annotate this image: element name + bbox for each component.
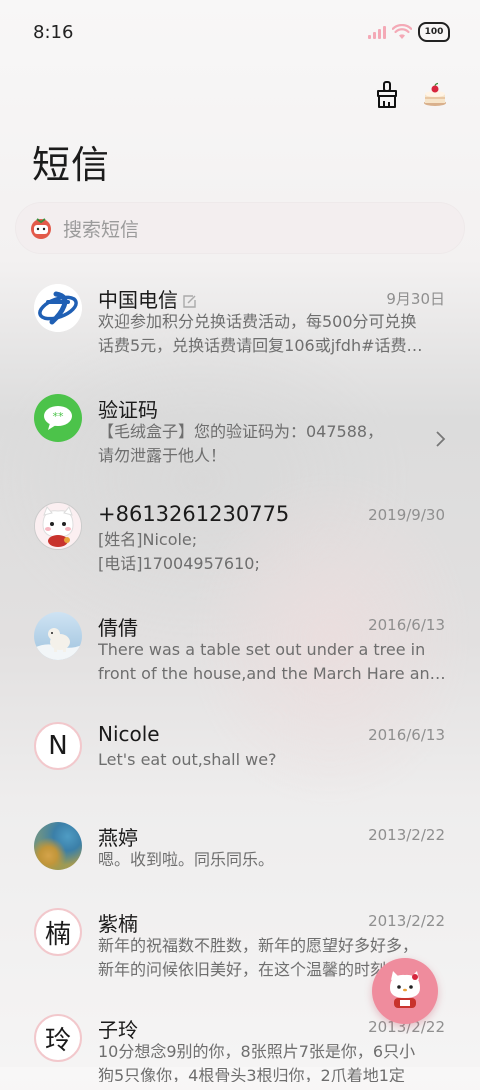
letter-avatar: N [34,722,82,770]
letter-avatar: 玲 [34,1014,82,1062]
landscape-photo-avatar [34,822,82,870]
cartoon-cat-avatar [34,502,82,550]
status-bar: 8:16 100 [0,0,480,66]
contact-name: 倩倩 [98,616,138,640]
cake-icon[interactable] [420,80,450,110]
message-preview: 嗯。收到啦。同乐同乐。 [98,850,275,869]
conversation-item[interactable]: N Nicole 2016/6/13 Let's eat out,shall w… [0,708,480,808]
contact-name: 燕婷 [98,826,138,850]
conversation-item[interactable]: 燕婷 2013/2/22 嗯。收到啦。同乐同乐。 [0,808,480,894]
compose-cat-icon [390,971,420,1008]
conversation-item[interactable]: +8613261230775 2019/9/30 [姓名]Nicole; [电话… [0,488,480,598]
page-title: 短信 [32,143,111,187]
message-date: 2016/6/13 [368,726,445,744]
contact-name: 验证码 [98,398,158,422]
message-preview: Let's eat out,shall we? [98,750,277,769]
signal-icon [368,25,386,39]
conversation-item[interactable]: 倩倩 2016/6/13 There was a table set out u… [0,598,480,708]
message-bubble-icon: ** [34,394,82,442]
edit-note-icon [183,294,196,308]
wifi-icon [392,24,412,39]
contact-name: 紫楠 [98,912,138,936]
message-date: 2013/2/22 [368,826,445,844]
message-preview: 欢迎参加积分兑换话费活动，每500分可兑换 话费5元，兑换话费请回复106或jf… [98,312,423,355]
polar-bear-avatar [34,612,82,660]
compose-button[interactable] [372,958,438,1024]
contact-name: 中国电信 [98,284,196,313]
status-icons: 100 [368,22,450,42]
header-actions [372,80,450,110]
letter-avatar: 楠 [34,908,82,956]
conversation-item[interactable]: ** 验证码 【毛绒盒子】您的验证码为：047588， 请勿泄露于他人！ [0,380,480,488]
message-date: 2019/9/30 [368,506,445,524]
battery-icon: 100 [418,22,450,42]
message-preview: [姓名]Nicole; [电话]17004957610; [98,530,260,573]
conversation-item[interactable]: 中国电信 9月30日 欢迎参加积分兑换话费活动，每500分可兑换 话费5元，兑换… [0,270,480,380]
contact-name: Nicole [98,722,160,746]
chevron-right-icon [436,431,446,447]
search-bar[interactable]: 搜索短信 [15,202,465,254]
brush-icon[interactable] [372,80,402,110]
tomato-search-icon [31,218,51,239]
message-date: 9月30日 [386,290,445,308]
china-telecom-logo [34,284,82,332]
contact-name: 子玲 [98,1018,138,1042]
status-time: 8:16 [33,22,74,43]
message-date: 2016/6/13 [368,616,445,634]
svg-text:**: ** [53,410,65,423]
message-preview: There was a table set out under a tree i… [98,640,446,683]
message-date: 2013/2/22 [368,912,445,930]
message-preview: 10分想念9别的你，8张照片7张是你，6只小 狗5只像你，4根骨头3根归你，2爪… [98,1042,416,1082]
search-input[interactable]: 搜索短信 [63,215,139,242]
message-preview: 【毛绒盒子】您的验证码为：047588， 请勿泄露于他人！ [98,422,384,465]
contact-name: +8613261230775 [98,502,290,526]
